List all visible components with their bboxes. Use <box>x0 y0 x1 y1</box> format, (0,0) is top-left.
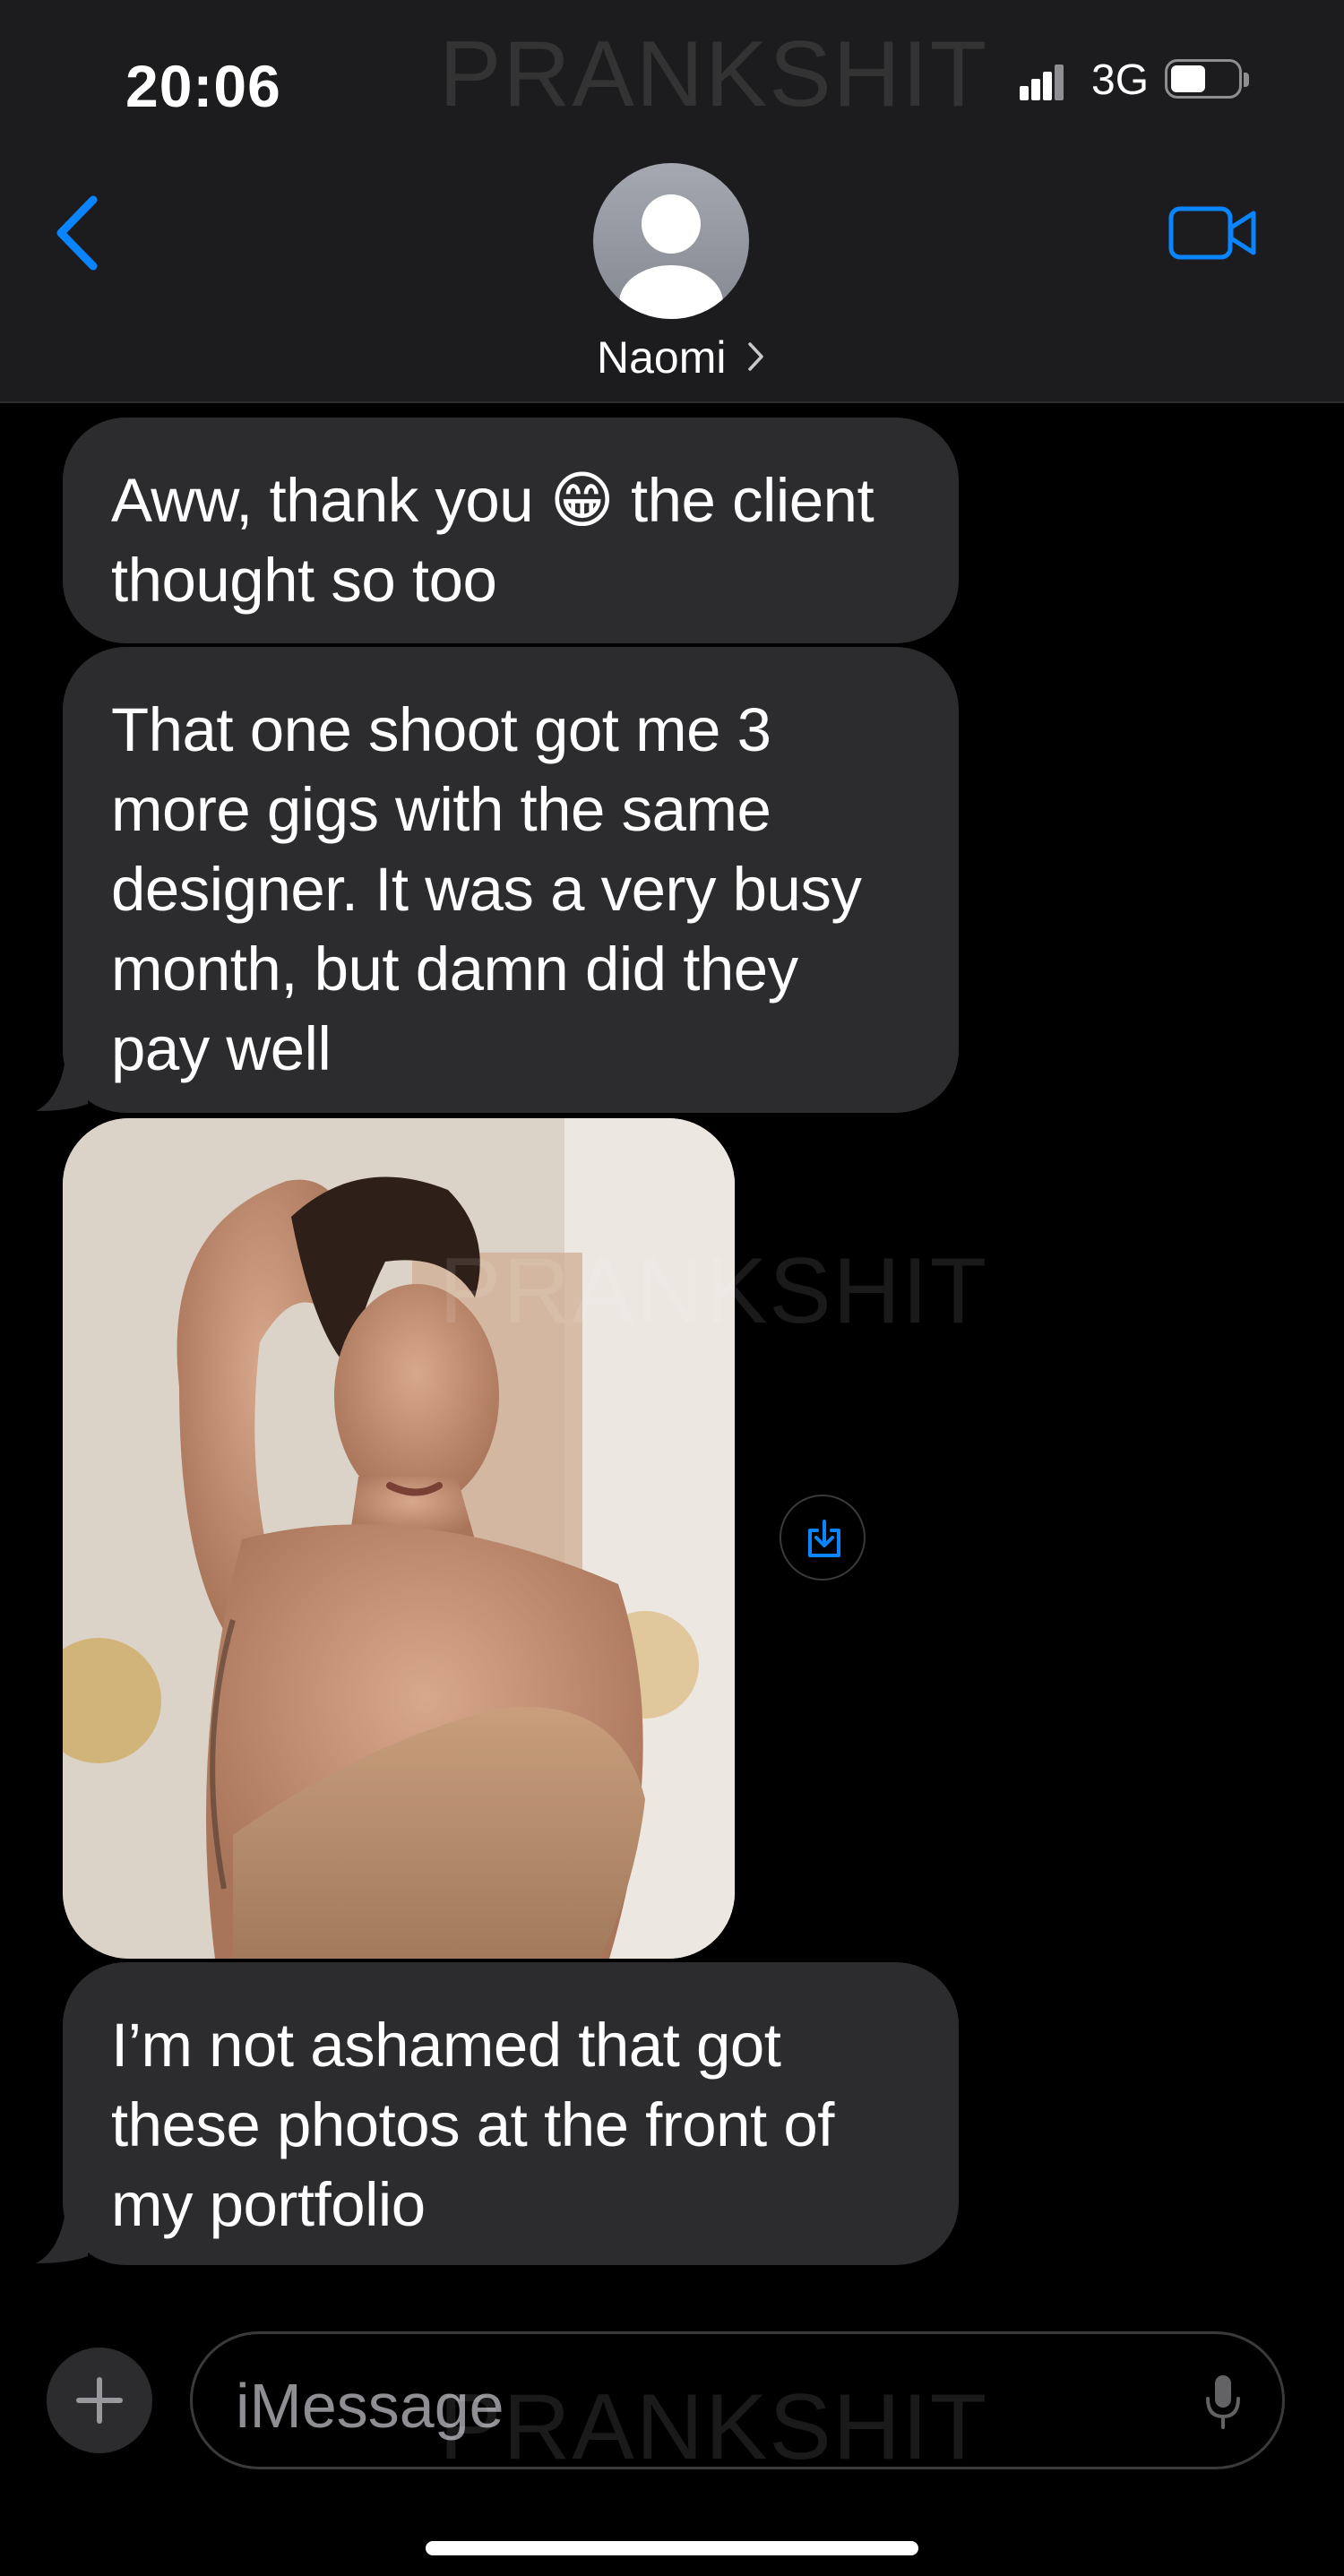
message-bubble[interactable]: That one shoot got me 3 more gigs with t… <box>63 647 959 1113</box>
bubble-tail <box>36 1064 88 1111</box>
photo-portrait-image <box>63 1118 735 1959</box>
network-type: 3G <box>1091 56 1150 104</box>
microphone-icon[interactable] <box>1203 2374 1243 2431</box>
back-chevron-icon[interactable] <box>52 193 102 273</box>
conversation-header: 20:06 PRANKSHIT 3G Naomi <box>0 0 1344 403</box>
contact-name[interactable]: Naomi <box>597 332 726 383</box>
plus-icon <box>76 2377 123 2424</box>
message-text: I’m not ashamed that got these photos at… <box>111 2011 834 2239</box>
message-input[interactable]: iMessage <box>190 2331 1285 2469</box>
download-icon <box>808 1520 840 1557</box>
status-time: 20:06 <box>125 53 281 119</box>
bubble-tail <box>36 2217 88 2263</box>
chevron-right-icon[interactable] <box>745 339 767 375</box>
save-photo-button[interactable] <box>780 1495 866 1581</box>
signal-strength-icon <box>1020 61 1064 100</box>
watermark-top: PRANKSHIT <box>439 22 989 126</box>
add-attachment-button[interactable] <box>47 2348 152 2453</box>
message-bubble[interactable]: I’m not ashamed that got these photos at… <box>63 1962 959 2265</box>
message-input-placeholder: iMessage <box>236 2371 504 2441</box>
message-photo[interactable] <box>63 1118 735 1959</box>
home-indicator[interactable] <box>426 2541 918 2555</box>
message-text: Aww, thank you 😁 the client thought so t… <box>111 466 874 615</box>
battery-icon <box>1165 59 1251 102</box>
video-camera-icon[interactable] <box>1168 204 1258 262</box>
message-bubble[interactable]: Aww, thank you 😁 the client thought so t… <box>63 418 959 643</box>
message-text: That one shoot got me 3 more gigs with t… <box>111 695 862 1083</box>
contact-avatar[interactable] <box>593 163 749 319</box>
